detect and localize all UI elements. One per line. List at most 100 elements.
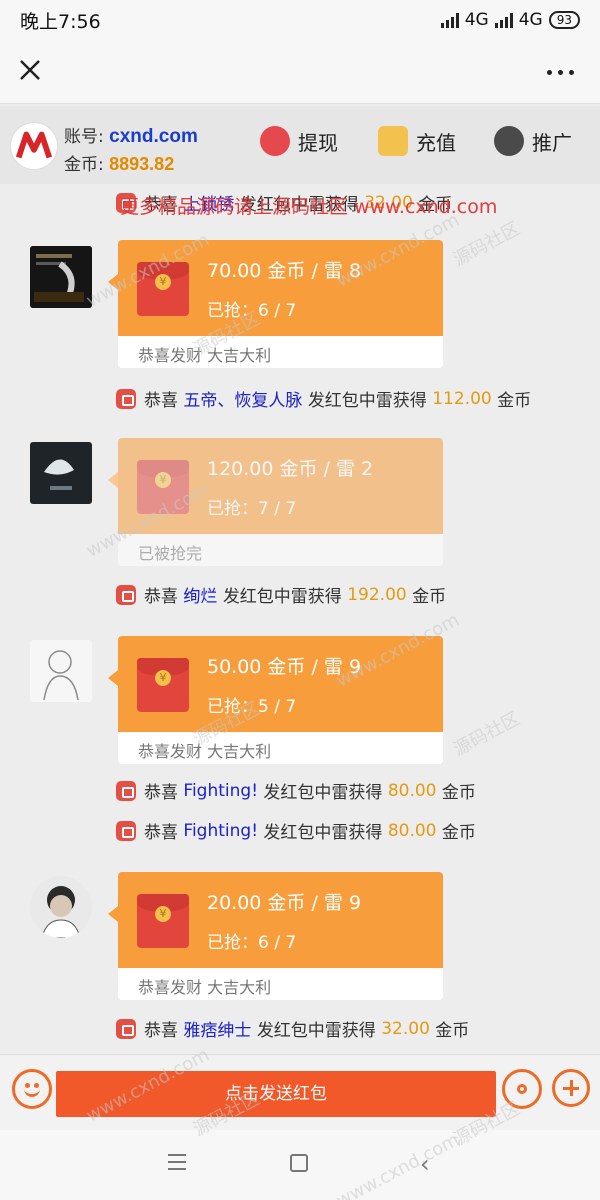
status-time: 晚上7:56 [20,10,101,33]
bubble-tail [108,670,118,686]
promo-banner-text: 更多精品源码请上源码社区 www.cxnd.com [120,196,498,218]
packet-blessing: 恭喜发财 大吉大利 [138,742,272,761]
network-type-2: 4G [518,10,543,30]
top-nav-bar [0,40,600,104]
close-icon[interactable] [16,56,44,84]
red-packet-card-finished[interactable]: ¥ 120.00 金币 / 雷 2 已抢：7 / 7 已被抢完 [118,438,443,566]
chat-feed[interactable]: 恭喜 上锁锈 发红包中雷获得 32.00 金币 ¥ 70.00 金币 / 雷 8… [0,184,600,1054]
notice-text: 发红包中雷获得 [256,1021,376,1041]
redpacket-small-icon [116,584,136,605]
signal-icon [440,12,459,28]
notice-username[interactable]: 雅痞绅士 [183,1016,251,1041]
avatar[interactable] [30,876,92,938]
coins-line: 金币: 8893.82 [64,150,174,175]
red-envelope-icon: ¥ [137,894,189,948]
packet-grab-count: 已抢：5 / 7 [207,697,297,717]
menu-icon[interactable] [168,1154,186,1175]
notice-text: 发红包中雷获得 [263,823,383,843]
red-packet-card[interactable]: ¥ 70.00 金币 / 雷 8 已抢：6 / 7 恭喜发财 大吉大利 [118,240,443,368]
notice-unit: 金币 [435,1021,470,1041]
account-line: 账号: cxnd.com [64,122,198,148]
notice-prefix: 恭喜 [144,1021,178,1041]
win-notice: 恭喜 雅痞绅士 发红包中雷获得 32.00 金币 [116,1016,469,1041]
packet-status: 已被抢完 [138,544,203,563]
notice-username[interactable]: 五帝、恢复人脉 [183,386,302,411]
send-red-packet-button[interactable]: 点击发送红包 [56,1071,496,1117]
notice-unit: 金币 [412,587,447,607]
redpacket-small-icon [116,388,136,409]
withdraw-label: 提现 [298,130,338,155]
settings-icon[interactable] [502,1069,542,1109]
coin-icon: ¥ [155,274,171,290]
packet-title: 70.00 金币 / 雷 8 [207,260,362,282]
win-notice: 恭喜 Fighting! 发红包中雷获得 80.00 金币 [116,778,476,803]
packet-title: 120.00 金币 / 雷 2 [207,458,374,480]
notice-amount: 80.00 [387,780,437,801]
coins-value: 8893.82 [109,154,175,174]
recharge-button[interactable]: 充值 [378,126,456,156]
red-packet-card[interactable]: ¥ 20.00 金币 / 雷 9 已抢：6 / 7 恭喜发财 大吉大利 [118,872,443,1000]
red-envelope-icon: ¥ [137,460,189,514]
person-icon [494,126,524,156]
red-envelope-icon: ¥ [137,658,189,712]
withdraw-button[interactable]: 提现 [260,126,338,156]
red-packet-card[interactable]: ¥ 50.00 金币 / 雷 9 已抢：5 / 7 恭喜发财 大吉大利 [118,636,443,764]
notice-prefix: 恭喜 [144,587,178,607]
status-bar: 晚上7:56 4G 4G 93 [0,0,600,40]
notice-amount: 192.00 [347,584,407,605]
avatar-image [30,876,92,938]
win-notice: 恭喜 Fighting! 发红包中雷获得 80.00 金币 [116,818,476,843]
notice-prefix: 恭喜 [144,823,178,843]
recharge-label: 充值 [416,130,456,155]
bubble-tail [108,906,118,922]
add-icon[interactable] [552,1069,590,1107]
win-notice: 恭喜 绚烂 发红包中雷获得 192.00 金币 [116,582,446,607]
notice-text: 发红包中雷获得 [307,391,427,411]
system-nav-bar: ‹ [0,1130,600,1200]
app-logo [10,122,58,170]
avatar[interactable] [30,442,92,504]
redpacket-small-icon [116,780,136,801]
win-notice: 恭喜 五帝、恢复人脉 发红包中雷获得 112.00 金币 [116,386,531,411]
bubble-tail [108,472,118,488]
avatar[interactable] [30,246,92,308]
notice-unit: 金币 [441,783,476,803]
promote-button[interactable]: 推广 [494,126,572,156]
notice-text: 发红包中雷获得 [263,783,383,803]
promote-label: 推广 [532,130,572,155]
avatar-image [30,246,92,308]
bottom-action-bar: 点击发送红包 [0,1054,600,1130]
packet-blessing: 恭喜发财 大吉大利 [138,346,272,365]
notice-username[interactable]: Fighting! [183,781,258,801]
status-icons: 4G 4G 93 [440,10,580,30]
red-envelope-icon: ¥ [137,262,189,316]
packet-blessing: 恭喜发财 大吉大利 [138,978,272,997]
avatar-image [30,640,92,702]
notice-prefix: 恭喜 [144,391,178,411]
emoji-icon[interactable] [12,1069,52,1109]
bubble-tail [108,274,118,290]
notice-prefix: 恭喜 [144,783,178,803]
notice-amount: 112.00 [432,388,492,409]
redpacket-small-icon [116,1018,136,1039]
back-icon[interactable]: ‹ [420,1150,430,1178]
coins-label: 金币: [64,155,104,175]
home-icon[interactable] [290,1154,308,1172]
avatar[interactable] [30,640,92,702]
avatar-image [30,442,92,504]
more-options-icon[interactable] [547,70,574,75]
notice-username[interactable]: 绚烂 [183,582,217,607]
packet-title: 20.00 金币 / 雷 9 [207,892,362,914]
packet-grab-count: 已抢：6 / 7 [207,933,297,953]
network-type-1: 4G [464,10,489,30]
account-label: 账号: [64,127,104,147]
redpacket-small-icon [116,820,136,841]
notice-unit: 金币 [497,391,532,411]
coins-icon [378,126,408,156]
notice-username[interactable]: Fighting! [183,821,258,841]
coin-icon: ¥ [155,472,171,488]
coin-icon: ¥ [155,906,171,922]
packet-grab-count: 已抢：6 / 7 [207,301,297,321]
signal-icon-2 [494,12,513,28]
notice-unit: 金币 [441,823,476,843]
